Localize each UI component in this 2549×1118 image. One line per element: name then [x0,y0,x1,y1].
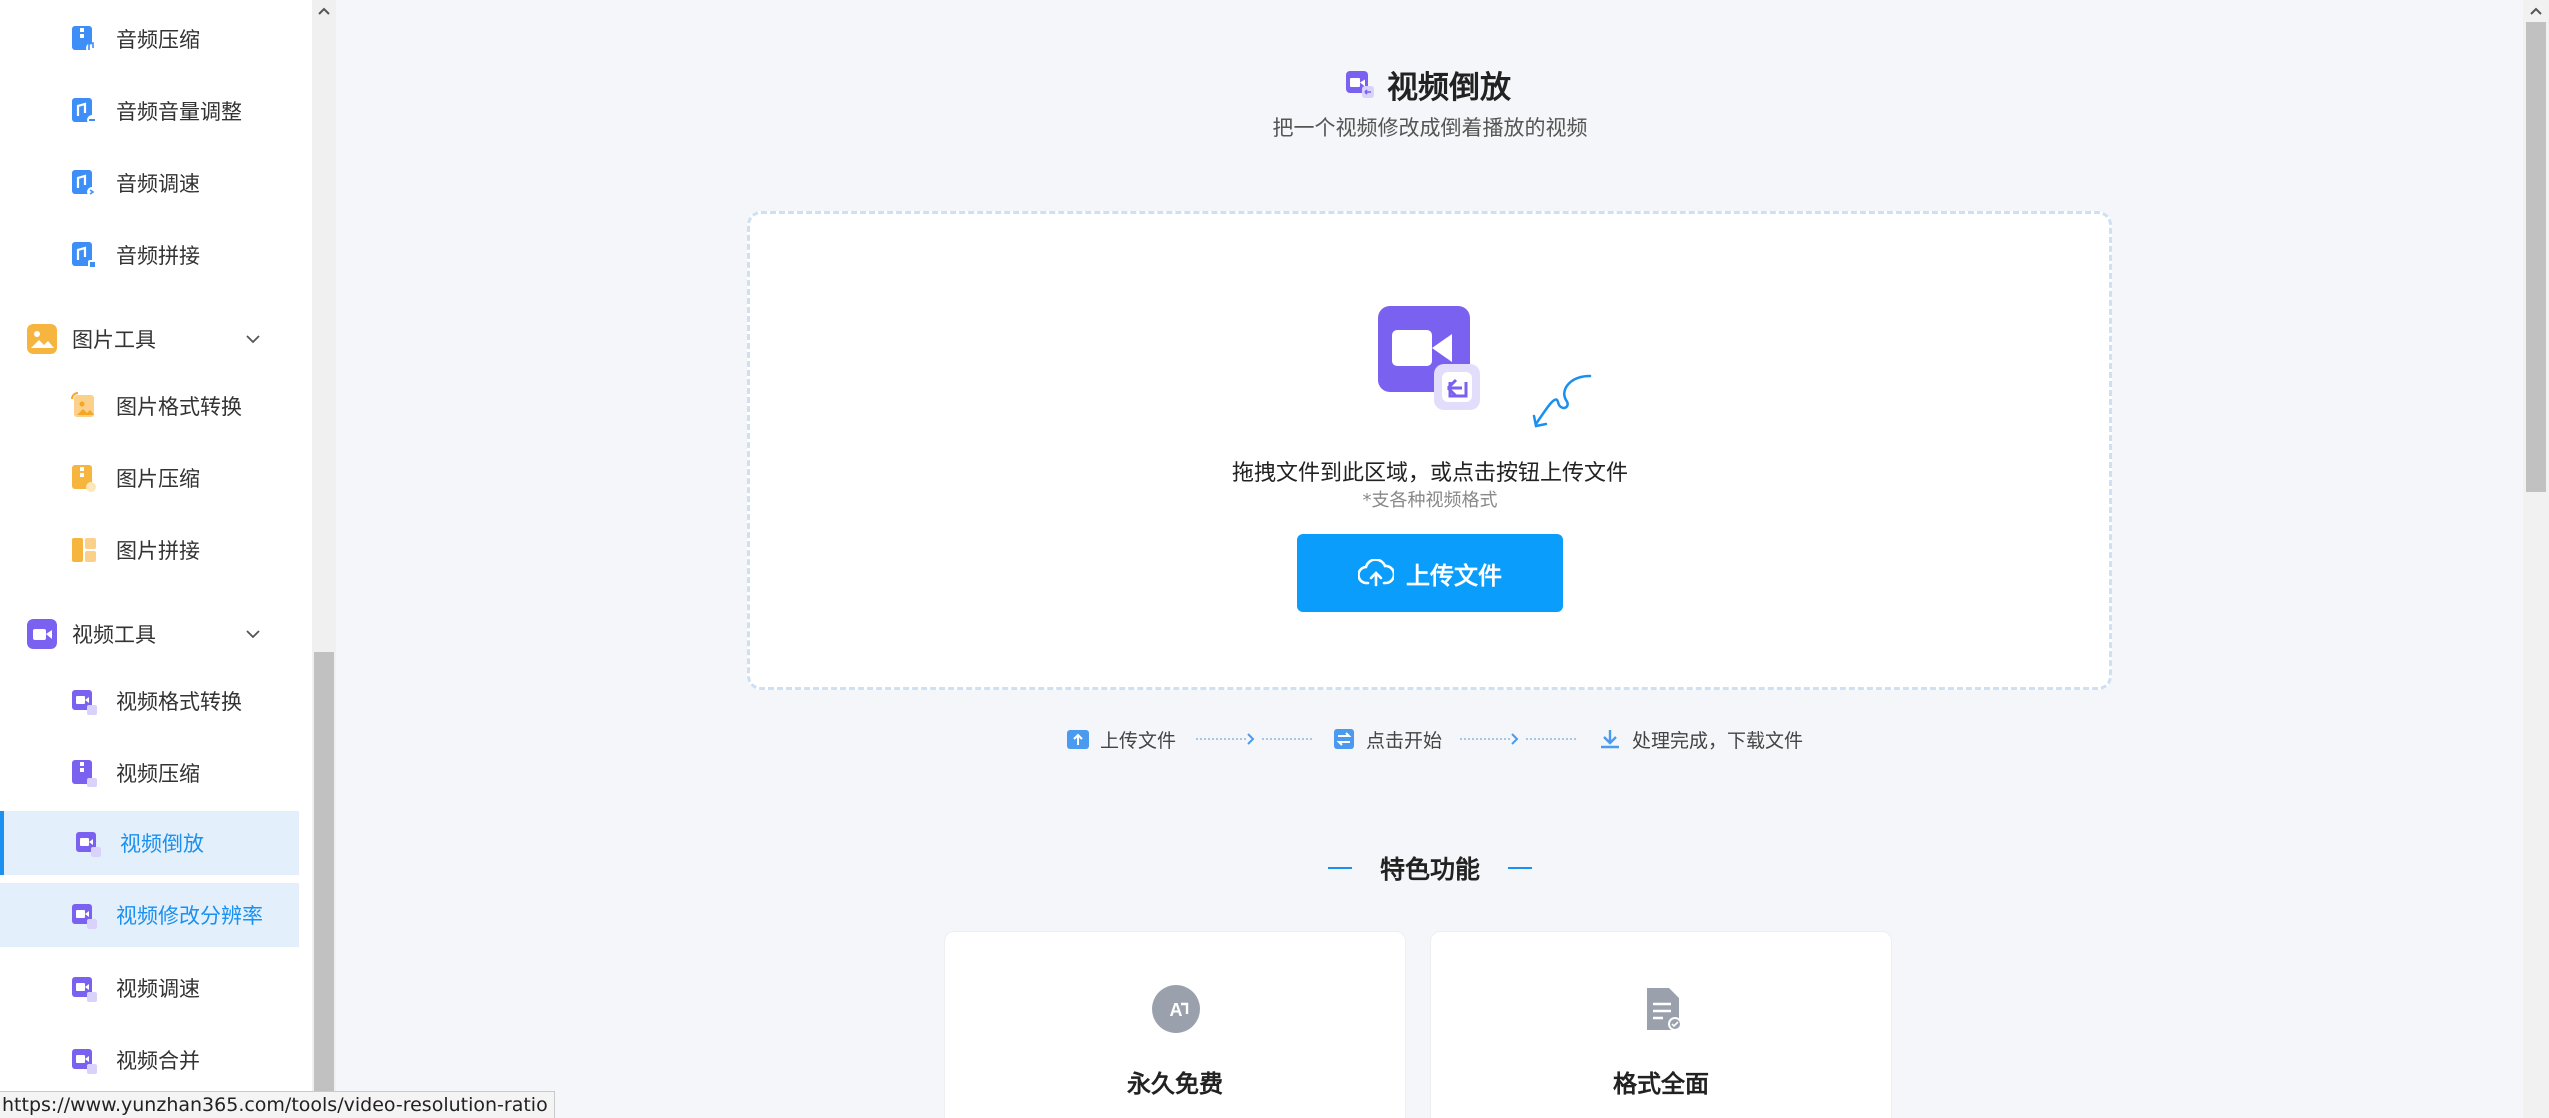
feature-title: 格式全面 [1613,1070,1709,1098]
drop-format-hint: *支各种视频格式 [1362,490,1498,511]
step-start: 点击开始 [1332,724,1442,754]
audio-volume-icon [72,98,97,125]
video-reverse-icon [1346,71,1374,98]
download-step-icon [1601,730,1619,749]
audio-speed-icon [72,170,97,197]
sidebar-item-video-speed[interactable]: 视频调速 [0,956,299,1020]
sidebar-group-label: 视频工具 [72,623,156,647]
main-scrollbar-thumb[interactable] [2526,22,2546,492]
sidebar-item-label: 视频压缩 [116,762,200,786]
free-icon: A [1152,985,1200,1033]
sidebar-item-image-join[interactable]: 图片拼接 [0,518,299,582]
svg-text:A: A [1170,1000,1183,1020]
audio-join-icon [72,242,97,269]
sidebar-item-label: 音频拼接 [116,244,200,268]
drop-instructions: 拖拽文件到此区域，或点击按钮上传文件 [1231,461,1628,486]
upload-button-label: 上传文件 [1406,562,1502,590]
sidebar-scrollbar[interactable] [312,0,336,1118]
video-speed-icon [72,977,97,1002]
start-step-icon [1334,729,1354,749]
video-compress-icon [72,760,97,787]
main-scrollbar[interactable] [2523,0,2549,1118]
sidebar-scrollbar-thumb[interactable] [314,652,334,1118]
audio-compress-icon [72,26,96,53]
step-connector [1526,738,1576,740]
status-bar-url: https://www.yunzhan365.com/tools/video-r… [0,1091,555,1118]
sidebar-item-label: 图片拼接 [116,539,200,563]
step-label: 上传文件 [1100,729,1177,752]
feature-title: 永久免费 [1127,1070,1223,1098]
chevron-right-icon [1247,733,1255,745]
video-resolution-icon [72,904,97,929]
upload-file-button[interactable]: 上传文件 [1297,534,1563,612]
step-upload: 上传文件 [1066,724,1176,754]
chevron-down-icon [246,335,260,344]
page-subtitle: 把一个视频修改成倒着播放的视频 [1272,116,1588,140]
sidebar-group-video-tools[interactable]: 视频工具 [0,602,299,666]
sidebar-item-label: 视频倒放 [120,832,204,856]
step-connector [1262,738,1312,740]
scroll-up-arrow-icon[interactable] [312,0,336,22]
chevron-right-icon [1511,733,1519,745]
step-label: 处理完成，下载文件 [1632,729,1804,752]
sidebar-item-video-reverse[interactable]: 视频倒放 [0,811,299,875]
sidebar-item-image-compress[interactable]: 图片压缩 [0,446,299,510]
step-connector [1196,738,1246,740]
formats-icon [1647,988,1682,1031]
sidebar-item-audio-join[interactable]: 音频拼接 [0,223,299,287]
sidebar-item-label: 音频压缩 [116,28,200,52]
image-join-icon [72,538,96,562]
sidebar-item-video-convert[interactable]: 视频格式转换 [0,669,299,733]
step-label: 点击开始 [1366,729,1443,752]
sidebar-item-label: 音频调速 [116,172,200,196]
video-reverse-icon [1378,306,1480,410]
sidebar-item-audio-volume[interactable]: 音频音量调整 [0,79,299,143]
step-download: 处理完成，下载文件 [1598,724,1803,754]
video-tools-icon [27,619,57,649]
sidebar-item-label: 音频音量调整 [116,100,242,124]
video-reverse-icon [76,832,101,857]
feature-card-formats: 格式全面 [1430,931,1892,1118]
sidebar-group-image-tools[interactable]: 图片工具 [0,307,299,371]
upload-step-icon [1067,730,1089,749]
sidebar-item-label: 图片格式转换 [116,395,242,419]
page-title-group: 视频倒放 [1345,64,1511,106]
chevron-down-icon [246,630,260,639]
step-connector [1460,738,1510,740]
sidebar-item-label: 图片压缩 [116,467,200,491]
image-tools-icon [27,324,57,354]
sidebar-item-video-merge[interactable]: 视频合并 [0,1028,299,1092]
sidebar-item-label: 视频修改分辨率 [116,904,263,928]
sidebar-item-label: 视频调速 [116,977,200,1001]
scroll-up-arrow-icon[interactable] [2523,0,2549,22]
video-convert-icon [72,690,97,715]
sidebar-item-video-compress[interactable]: 视频压缩 [0,741,299,805]
sidebar-item-label: 视频格式转换 [116,690,242,714]
page-title: 视频倒放 [1387,69,1511,106]
sidebar-item-video-resolution[interactable]: 视频修改分辨率 [0,883,299,947]
sidebar-group-label: 图片工具 [72,328,156,352]
cloud-upload-icon [1358,559,1394,587]
feature-card-free: A 永久免费 [944,931,1406,1118]
image-convert-icon [71,392,94,417]
divider [1508,867,1532,869]
sidebar: 音频压缩 音频音量调整 音频调速 音频拼接 图片工具 图片格式转换 图片压缩 图… [0,0,312,1118]
sidebar-item-label: 视频合并 [116,1049,200,1073]
curly-arrow-icon [1532,374,1592,428]
upload-drop-zone[interactable] [747,211,2112,690]
features-title: 特色功能 [1379,855,1480,884]
video-merge-icon [72,1049,97,1074]
sidebar-item-audio-speed[interactable]: 音频调速 [0,151,299,215]
sidebar-item-image-convert[interactable]: 图片格式转换 [0,374,299,438]
image-compress-icon [72,465,96,492]
sidebar-item-audio-compress[interactable]: 音频压缩 [0,7,299,71]
